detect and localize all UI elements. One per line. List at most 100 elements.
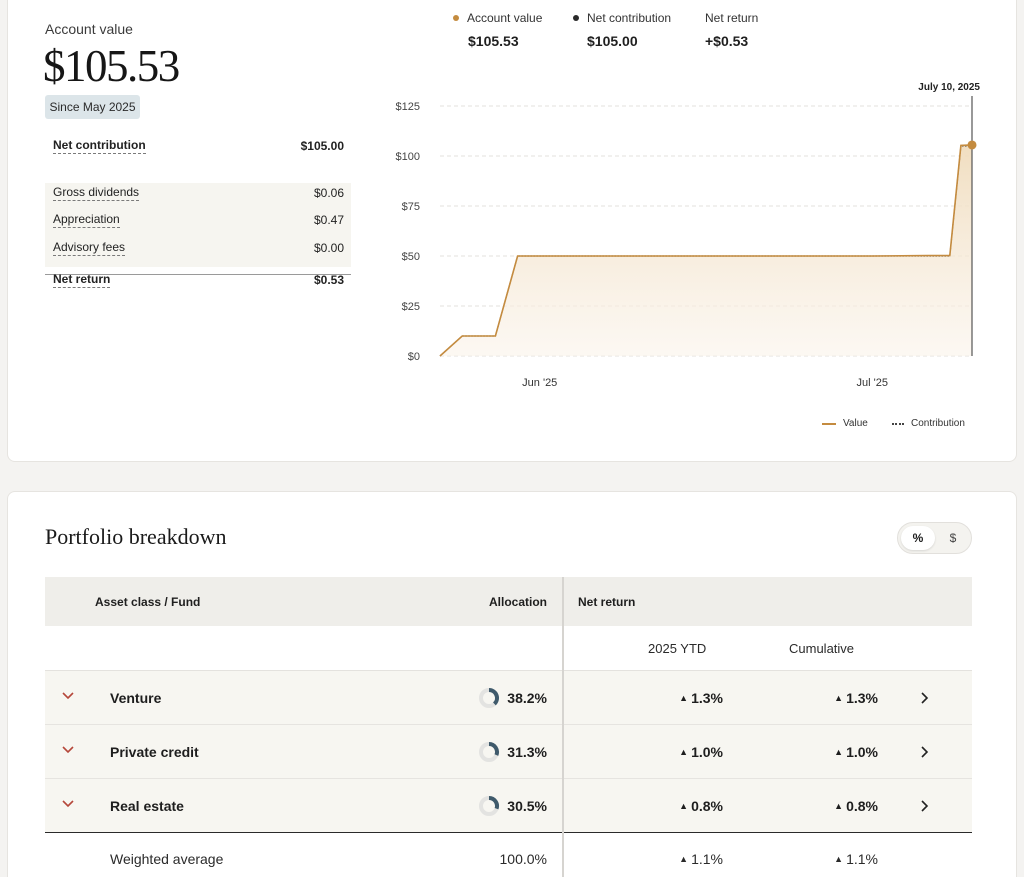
fund-name: Real estate (110, 798, 184, 814)
summary-value: $0.00 (313, 240, 344, 255)
y-tick-label: $0 (408, 351, 420, 363)
value-area-fill (440, 144, 972, 356)
fund-ytd: ▲ 0.8% (653, 798, 723, 814)
portfolio-title: Portfolio breakdown (45, 524, 227, 549)
table-row[interactable]: Venture 38.2% ▲ 1.3% ▲ 1.3% (45, 671, 972, 725)
y-tick-label: $75 (402, 201, 420, 213)
chevron-down-icon[interactable] (61, 799, 75, 809)
percent-toggle-button[interactable]: % (901, 526, 935, 550)
account-value-dot-icon (453, 15, 459, 21)
summary-value: $0.47 (313, 212, 344, 227)
table-row[interactable]: Real estate 30.5% ▲ 0.8% ▲ 0.8% (45, 779, 972, 833)
fund-cumulative: ▲ 1.0% (808, 744, 878, 760)
fund-allocation: 38.2% (507, 690, 547, 706)
fund-cumulative-value: 1.0% (846, 744, 878, 760)
legend-net-return: Net return (705, 11, 758, 25)
summary-label[interactable]: Advisory fees (53, 240, 126, 256)
header-net-return: Net return (578, 595, 636, 609)
chevron-right-icon[interactable] (920, 799, 930, 813)
chevron-right-icon[interactable] (920, 691, 930, 705)
header-allocation[interactable]: Allocation (489, 595, 547, 609)
fund-allocation: 31.3% (507, 744, 547, 760)
x-tick-label: Jul '25 (857, 377, 888, 389)
summary-label[interactable]: Net contribution (53, 138, 146, 154)
contribution-line-icon (892, 422, 904, 425)
allocation-donut-icon (479, 742, 499, 762)
fund-cumulative-value: 0.8% (846, 798, 878, 814)
summary-net-return: Net return $0.53 (45, 267, 351, 292)
chevron-down-icon[interactable] (61, 691, 75, 701)
up-triangle-icon: ▲ (679, 747, 689, 757)
weighted-average-row: Weighted average 100.0% ▲ 1.1% ▲ 1.1% (45, 833, 972, 877)
fund-cumulative: ▲ 1.3% (808, 690, 878, 706)
table-row[interactable]: Private credit 31.3% ▲ 1.0% ▲ 1.0% (45, 725, 972, 779)
legend-contribution: Contribution (892, 418, 965, 429)
fund-cumulative: ▲ 0.8% (808, 798, 878, 814)
up-triangle-icon: ▲ (679, 801, 689, 811)
legend-account-value: Account value (453, 11, 542, 25)
fund-ytd-value: 1.0% (691, 744, 723, 760)
weighted-average-label: Weighted average (110, 851, 224, 867)
unit-toggle[interactable]: % $ (897, 522, 972, 554)
weighted-allocation: 100.0% (499, 851, 547, 867)
weighted-ytd: ▲ 1.1% (653, 851, 723, 867)
fund-name: Venture (110, 690, 162, 706)
value-line-icon (822, 422, 836, 425)
table-subheader: 2025 YTD Cumulative (45, 626, 972, 671)
summary-value: $0.53 (313, 272, 344, 287)
up-triangle-icon: ▲ (834, 801, 844, 811)
fund-ytd-value: 0.8% (691, 798, 723, 814)
x-tick-label: Jun '25 (522, 377, 557, 389)
up-triangle-icon: ▲ (834, 747, 844, 757)
weighted-cumulative: ▲ 1.1% (808, 851, 878, 867)
account-value-chart[interactable]: $0 $25 $50 $75 $100 $125 Jun '25 Jul '25 July … (380, 70, 1000, 400)
summary-gross-dividends: Gross dividends $0.06 (45, 180, 351, 205)
summary-label[interactable]: Net return (53, 272, 111, 288)
chevron-down-icon[interactable] (61, 745, 75, 755)
summary-appreciation: Appreciation $0.47 (45, 207, 351, 232)
summary-advisory-fees: Advisory fees $0.00 (45, 235, 351, 260)
fund-ytd: ▲ 1.3% (653, 690, 723, 706)
header-net-return: +$0.53 (705, 33, 749, 49)
weighted-ytd-value: 1.1% (691, 851, 723, 867)
net-contribution-dot-icon (573, 15, 579, 21)
dollar-toggle-button[interactable]: $ (936, 526, 970, 550)
y-tick-label: $25 (402, 301, 420, 313)
y-tick-label: $50 (402, 251, 420, 263)
header-ytd[interactable]: 2025 YTD (648, 641, 706, 656)
summary-value: $105.00 (300, 138, 344, 153)
table-header: Asset class / Fund Allocation Net return (45, 577, 972, 626)
summary-label[interactable]: Gross dividends (53, 185, 140, 201)
legend-label: Account value (467, 11, 543, 25)
up-triangle-icon: ▲ (679, 854, 689, 864)
legend-label: Net return (705, 11, 759, 25)
legend-contribution-label: Contribution (911, 418, 965, 429)
column-separator (562, 577, 564, 877)
legend-value-label: Value (843, 418, 868, 429)
up-triangle-icon: ▲ (834, 854, 844, 864)
fund-cumulative-value: 1.3% (846, 690, 878, 706)
summary-net-contribution: Net contribution $105.00 (45, 133, 351, 158)
legend-value: Value (822, 418, 868, 429)
summary-label[interactable]: Appreciation (53, 212, 120, 228)
account-value: $105.53 (43, 41, 180, 91)
fund-name: Private credit (110, 744, 199, 760)
header-account-value: $105.53 (468, 33, 519, 49)
fund-ytd: ▲ 1.0% (653, 744, 723, 760)
since-badge: Since May 2025 (45, 95, 140, 119)
chevron-right-icon[interactable] (920, 745, 930, 759)
y-tick-label: $100 (396, 151, 420, 163)
y-tick-label: $125 (396, 101, 420, 113)
allocation-donut-icon (479, 796, 499, 816)
fund-ytd-value: 1.3% (691, 690, 723, 706)
up-triangle-icon: ▲ (679, 693, 689, 703)
header-net-contribution: $105.00 (587, 33, 638, 49)
header-asset-class[interactable]: Asset class / Fund (95, 595, 200, 609)
allocation-donut-icon (479, 688, 499, 708)
header-cumulative[interactable]: Cumulative (789, 641, 854, 656)
weighted-cumulative-value: 1.1% (846, 851, 878, 867)
hover-date-label: July 10, 2025 (918, 82, 980, 93)
hover-marker-dot (967, 140, 977, 150)
summary-value: $0.06 (313, 185, 344, 200)
account-value-label: Account value (45, 21, 133, 37)
